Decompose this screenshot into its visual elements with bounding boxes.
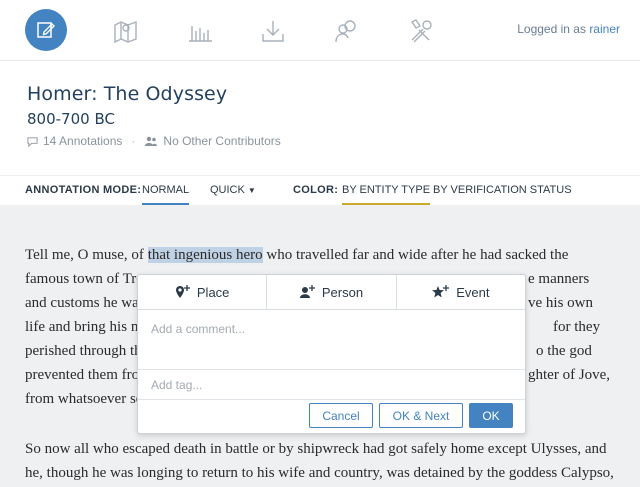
paragraph-2-line-1: So now all who escaped death in battle o…	[25, 441, 607, 457]
add-person-icon	[299, 285, 315, 298]
tag-area	[138, 370, 525, 400]
tools-icon	[410, 19, 432, 43]
meta-separator: ·	[131, 134, 136, 148]
color-by-verification-tab[interactable]: BY VERIFICATION STATUS	[433, 184, 572, 206]
ok-next-button[interactable]: OK & Next	[379, 403, 463, 428]
comment-icon	[27, 136, 38, 147]
contributors-info: No Other Contributors	[163, 134, 281, 148]
paragraph-2-line-2: he, though he was longing to return to h…	[25, 465, 614, 481]
edit-icon	[37, 22, 55, 38]
stats-nav-button[interactable]	[183, 14, 217, 48]
event-label: Event	[456, 284, 490, 300]
selected-text-highlight[interactable]: that ingenious hero	[147, 247, 263, 263]
text-segment: famous town of Tro	[25, 271, 144, 287]
tools-nav-button[interactable]	[404, 14, 438, 48]
place-label: Place	[196, 284, 230, 300]
paragraph-1-line-6-end: ghter of Jove,	[528, 367, 611, 383]
people-nav-button[interactable]	[330, 14, 364, 48]
text-segment: from whatsoever so	[25, 391, 144, 407]
text-segment: and customs he wa	[25, 295, 139, 311]
mode-normal-tab[interactable]: NORMAL	[142, 184, 190, 206]
mode-quick-label: QUICK	[210, 184, 245, 196]
text-segment: Tell me, O muse, of	[25, 247, 148, 263]
group-icon	[145, 136, 158, 146]
document-meta: 14 Annotations · No Other Contributors	[27, 134, 281, 148]
add-place-button[interactable]: Place	[138, 275, 268, 309]
add-place-icon	[175, 285, 190, 298]
annotation-mode-label: ANNOTATION MODE:	[25, 184, 142, 196]
person-label: Person	[321, 284, 364, 300]
paragraph-1-line-5-end: o the god	[536, 343, 592, 359]
download-nav-button[interactable]	[256, 14, 290, 48]
popup-actions: Cancel OK & Next OK	[309, 403, 513, 428]
text-segment: prevented them fro	[25, 367, 140, 383]
annotation-count: 14 Annotations	[43, 134, 123, 148]
paragraph-1-line-4-end: for they	[553, 319, 601, 335]
add-event-button[interactable]: Event	[397, 275, 525, 309]
document-title: Homer: The Odyssey	[27, 83, 228, 105]
text-segment: life and bring his m	[25, 319, 143, 335]
edit-nav-button[interactable]	[25, 9, 67, 51]
add-person-button[interactable]: Person	[267, 275, 397, 309]
ok-button[interactable]: OK	[469, 403, 513, 428]
bar-chart-icon	[189, 26, 212, 42]
paragraph-1-line-3-end: ve his own	[528, 295, 593, 311]
annotation-popup: Place Person Event Cancel OK & Next OK	[137, 274, 526, 434]
text-segment: who travelled far and wide after he had …	[262, 247, 569, 263]
annotation-mode-bar: ANNOTATION MODE: NORMAL QUICK ▼ COLOR: B…	[0, 175, 640, 206]
comment-input[interactable]	[138, 310, 525, 369]
document-date: 800-700 BC	[27, 110, 115, 128]
top-nav: Logged in as rainer	[0, 0, 640, 61]
tag-input[interactable]	[138, 370, 525, 399]
logged-in-prefix: Logged in as	[517, 22, 586, 36]
text-segment: perished through th	[25, 343, 142, 359]
download-icon	[262, 21, 284, 42]
add-event-icon	[432, 285, 450, 298]
username-link[interactable]: rainer	[589, 22, 620, 36]
color-by-entity-tab[interactable]: BY ENTITY TYPE	[342, 184, 431, 206]
map-nav-button[interactable]	[109, 14, 143, 48]
cancel-button[interactable]: Cancel	[309, 403, 373, 428]
mode-quick-dropdown[interactable]: QUICK ▼	[210, 184, 256, 206]
people-icon	[335, 20, 356, 43]
caret-down-icon: ▼	[247, 186, 256, 195]
comment-area	[138, 310, 525, 370]
map-icon	[114, 20, 137, 44]
color-label: COLOR:	[293, 184, 339, 196]
paragraph-1-line-2-end: e manners	[528, 271, 590, 287]
paragraph-1-line-1: Tell me, O muse, of that ingenious hero …	[25, 243, 615, 267]
entity-type-tabs: Place Person Event	[138, 275, 525, 310]
user-info: Logged in as rainer	[517, 22, 620, 36]
